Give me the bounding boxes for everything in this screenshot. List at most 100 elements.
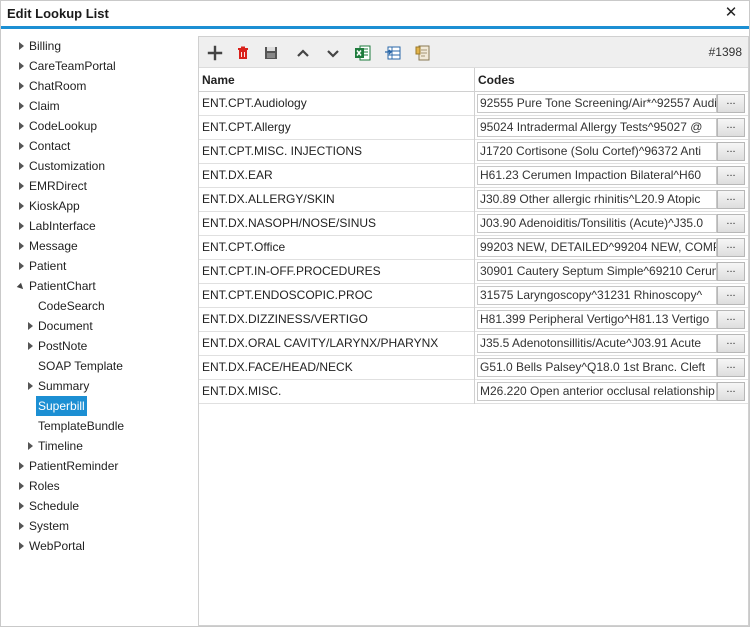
browse-codes-button[interactable]: ... bbox=[717, 214, 745, 233]
expand-arrow-closed-icon[interactable] bbox=[17, 136, 27, 156]
expand-arrow-closed-icon[interactable] bbox=[17, 176, 27, 196]
expand-arrow-closed-icon[interactable] bbox=[17, 36, 27, 56]
lookup-codes-field[interactable]: H61.23 Cerumen Impaction Bilateral^H60 bbox=[477, 166, 717, 185]
move-up-button[interactable] bbox=[293, 43, 313, 63]
browse-codes-button[interactable]: ... bbox=[717, 94, 745, 113]
tree-item[interactable]: CodeSearch bbox=[26, 296, 107, 316]
tree-item[interactable]: Roles bbox=[17, 476, 62, 496]
lookup-name-cell[interactable]: ENT.DX.MISC. bbox=[199, 380, 475, 404]
table-row[interactable]: ENT.CPT.Office 99203 NEW, DETAILED^99204 … bbox=[199, 236, 748, 260]
table-row[interactable]: ENT.CPT.Audiology 92555 Pure Tone Screeni… bbox=[199, 92, 748, 116]
lookup-name-cell[interactable]: ENT.CPT.ENDOSCOPIC.PROC bbox=[199, 284, 475, 308]
lookup-codes-field[interactable]: 92555 Pure Tone Screening/Air*^92557 Aud… bbox=[477, 94, 717, 113]
table-row[interactable]: ENT.DX.DIZZINESS/VERTIGO H81.399 Peripher… bbox=[199, 308, 748, 332]
tree-item[interactable]: System bbox=[17, 516, 71, 536]
close-icon[interactable]: ✕ bbox=[723, 5, 739, 21]
expand-arrow-closed-icon[interactable] bbox=[17, 516, 27, 536]
browse-codes-button[interactable]: ... bbox=[717, 190, 745, 209]
lookup-codes-field[interactable]: 30901 Cautery Septum Simple^69210 Cerume… bbox=[477, 262, 717, 281]
expand-arrow-closed-icon[interactable] bbox=[17, 196, 27, 216]
expand-arrow-closed-icon[interactable] bbox=[17, 96, 27, 116]
lookup-name-cell[interactable]: ENT.CPT.MISC. INJECTIONS bbox=[199, 140, 475, 164]
tree-item[interactable]: ChatRoom bbox=[17, 76, 88, 96]
expand-arrow-closed-icon[interactable] bbox=[26, 336, 36, 356]
expand-arrow-closed-icon[interactable] bbox=[26, 316, 36, 336]
table-row[interactable]: ENT.CPT.ENDOSCOPIC.PROC 31575 Laryngoscop… bbox=[199, 284, 748, 308]
lookup-codes-field[interactable]: 95024 Intradermal Allergy Tests^95027 @ bbox=[477, 118, 717, 137]
table-row[interactable]: ENT.DX.NASOPH/NOSE/SINUS J03.90 Adenoidit… bbox=[199, 212, 748, 236]
table-row[interactable]: ENT.DX.EAR H61.23 Cerumen Impaction Bilat… bbox=[199, 164, 748, 188]
lookup-codes-field[interactable]: J30.89 Other allergic rhinitis^L20.9 Ato… bbox=[477, 190, 717, 209]
expand-arrow-open-icon[interactable] bbox=[17, 276, 27, 296]
tree-item[interactable]: CareTeamPortal bbox=[17, 56, 118, 76]
lookup-name-cell[interactable]: ENT.CPT.IN-OFF.PROCEDURES bbox=[199, 260, 475, 284]
lookup-name-cell[interactable]: ENT.DX.NASOPH/NOSE/SINUS bbox=[199, 212, 475, 236]
expand-arrow-closed-icon[interactable] bbox=[26, 436, 36, 456]
tree-item[interactable]: Message bbox=[17, 236, 80, 256]
lookup-name-cell[interactable]: ENT.DX.ALLERGY/SKIN bbox=[199, 188, 475, 212]
browse-codes-button[interactable]: ... bbox=[717, 262, 745, 281]
add-button[interactable] bbox=[205, 43, 225, 63]
expand-arrow-closed-icon[interactable] bbox=[17, 476, 27, 496]
expand-arrow-closed-icon[interactable] bbox=[17, 456, 27, 476]
tree-item[interactable]: PatientChart bbox=[17, 276, 98, 296]
expand-arrow-closed-icon[interactable] bbox=[17, 216, 27, 236]
expand-arrow-closed-icon[interactable] bbox=[26, 376, 36, 396]
tree-item[interactable]: LabInterface bbox=[17, 216, 98, 236]
lookup-codes-field[interactable]: G51.0 Bells Palsey^Q18.0 1st Branc. Clef… bbox=[477, 358, 717, 377]
lookup-name-cell[interactable]: ENT.CPT.Audiology bbox=[199, 92, 475, 116]
lookup-name-cell[interactable]: ENT.CPT.Allergy bbox=[199, 116, 475, 140]
tree-item[interactable]: Summary bbox=[26, 376, 91, 396]
browse-codes-button[interactable]: ... bbox=[717, 118, 745, 137]
tree-item[interactable]: Schedule bbox=[17, 496, 81, 516]
tree-item[interactable]: Contact bbox=[17, 136, 72, 156]
lookup-codes-field[interactable]: 99203 NEW, DETAILED^99204 NEW, COMP bbox=[477, 238, 717, 257]
table-row[interactable]: ENT.DX.MISC. M26.220 Open anterior occlus… bbox=[199, 380, 748, 404]
browse-codes-button[interactable]: ... bbox=[717, 358, 745, 377]
export-grid-button[interactable] bbox=[383, 43, 403, 63]
table-row[interactable]: ENT.CPT.IN-OFF.PROCEDURES 30901 Cautery S… bbox=[199, 260, 748, 284]
browse-codes-button[interactable]: ... bbox=[717, 286, 745, 305]
lookup-name-cell[interactable]: ENT.DX.EAR bbox=[199, 164, 475, 188]
tree-item[interactable]: TemplateBundle bbox=[26, 416, 126, 436]
table-row[interactable]: ENT.CPT.MISC. INJECTIONS J1720 Cortisone … bbox=[199, 140, 748, 164]
browse-codes-button[interactable]: ... bbox=[717, 310, 745, 329]
browse-codes-button[interactable]: ... bbox=[717, 382, 745, 401]
lookup-name-cell[interactable]: ENT.CPT.Office bbox=[199, 236, 475, 260]
tree-item[interactable]: PatientReminder bbox=[17, 456, 120, 476]
tree-item[interactable]: WebPortal bbox=[17, 536, 87, 556]
lookup-codes-field[interactable]: J1720 Cortisone (Solu Cortef)^96372 Anti bbox=[477, 142, 717, 161]
lookup-codes-field[interactable]: M26.220 Open anterior occlusal relations… bbox=[477, 382, 717, 401]
table-row[interactable]: ENT.DX.FACE/HEAD/NECK G51.0 Bells Palsey^… bbox=[199, 356, 748, 380]
browse-codes-button[interactable]: ... bbox=[717, 334, 745, 353]
lookup-codes-field[interactable]: J03.90 Adenoiditis/Tonsilitis (Acute)^J3… bbox=[477, 214, 717, 233]
lookup-name-cell[interactable]: ENT.DX.DIZZINESS/VERTIGO bbox=[199, 308, 475, 332]
tree-item[interactable]: Billing bbox=[17, 36, 63, 56]
tree-item[interactable]: Document bbox=[26, 316, 95, 336]
lookup-name-cell[interactable]: ENT.DX.FACE/HEAD/NECK bbox=[199, 356, 475, 380]
move-down-button[interactable] bbox=[323, 43, 343, 63]
tree-item[interactable]: PostNote bbox=[26, 336, 89, 356]
lookup-codes-field[interactable]: 31575 Laryngoscopy^31231 Rhinoscopy^ bbox=[477, 286, 717, 305]
lookup-codes-field[interactable]: H81.399 Peripheral Vertigo^H81.13 Vertig… bbox=[477, 310, 717, 329]
export-excel-button[interactable] bbox=[353, 43, 373, 63]
expand-arrow-closed-icon[interactable] bbox=[17, 56, 27, 76]
tree-item[interactable]: Claim bbox=[17, 96, 62, 116]
tree-item[interactable]: SOAP Template bbox=[26, 356, 125, 376]
tree-item[interactable]: Timeline bbox=[26, 436, 85, 456]
expand-arrow-closed-icon[interactable] bbox=[17, 496, 27, 516]
browse-codes-button[interactable]: ... bbox=[717, 238, 745, 257]
delete-button[interactable] bbox=[233, 43, 253, 63]
tree-item[interactable]: EMRDirect bbox=[17, 176, 89, 196]
column-header-name[interactable]: Name bbox=[199, 68, 475, 92]
tree-item[interactable]: KioskApp bbox=[17, 196, 82, 216]
browse-codes-button[interactable]: ... bbox=[717, 166, 745, 185]
table-row[interactable]: ENT.CPT.Allergy 95024 Intradermal Allergy… bbox=[199, 116, 748, 140]
tree-item[interactable]: Patient bbox=[17, 256, 68, 276]
column-header-codes[interactable]: Codes bbox=[475, 68, 748, 92]
browse-codes-button[interactable]: ... bbox=[717, 142, 745, 161]
lookup-codes-field[interactable]: J35.5 Adenotonsillitis/Acute^J03.91 Acut… bbox=[477, 334, 717, 353]
tree-item[interactable]: Customization bbox=[17, 156, 107, 176]
expand-arrow-closed-icon[interactable] bbox=[17, 256, 27, 276]
expand-arrow-closed-icon[interactable] bbox=[17, 116, 27, 136]
